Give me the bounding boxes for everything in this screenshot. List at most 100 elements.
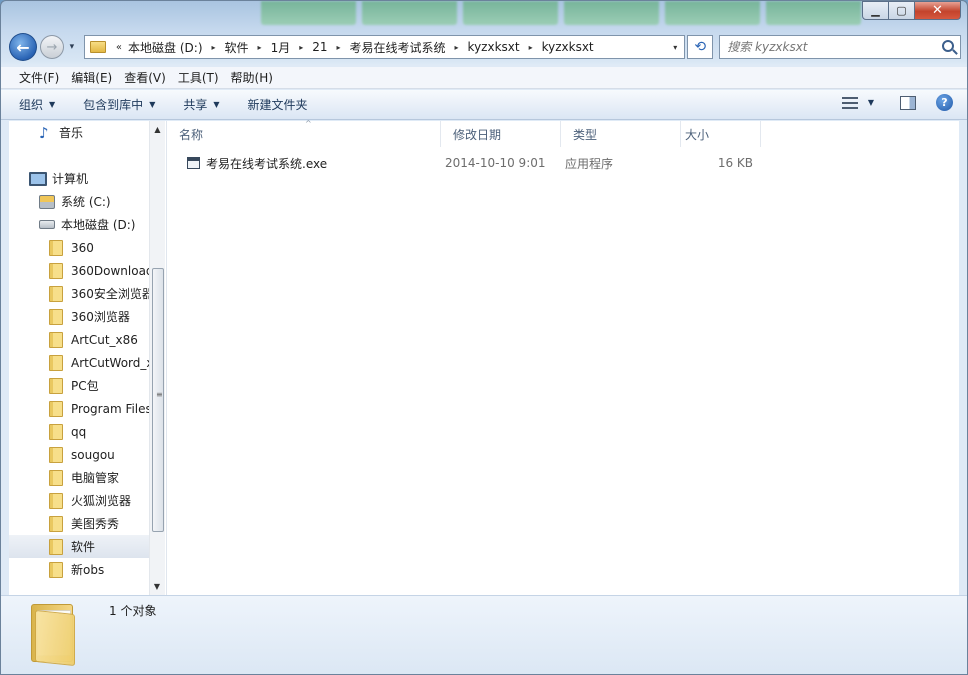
column-header-size[interactable]: 大小 <box>681 121 761 147</box>
menu-view[interactable]: 查看(V) <box>118 69 172 86</box>
sidebar-item-meitu[interactable]: 美图秀秀 <box>9 512 150 535</box>
sidebar-item-360-browser[interactable]: 360浏览器 <box>9 305 150 328</box>
breadcrumb-overflow[interactable]: « <box>116 42 122 53</box>
address-bar[interactable]: « 本地磁盘 (D:) ▸ 软件 ▸ 1月 ▸ 21 ▸ 考易在线考试系统 ▸ … <box>83 35 686 59</box>
column-header-date[interactable]: 修改日期 <box>441 121 561 147</box>
sidebar-item-360[interactable]: 360 <box>9 236 150 259</box>
chevron-right-icon[interactable]: ▸ <box>258 43 262 52</box>
folder-icon <box>49 354 63 371</box>
sidebar-item-computer[interactable]: 计算机 <box>9 167 150 190</box>
sort-ascending-icon: ^ <box>305 119 312 128</box>
computer-icon <box>29 171 47 186</box>
sidebar-item-label: PC包 <box>71 379 99 393</box>
chevron-right-icon[interactable]: ▸ <box>529 43 533 52</box>
minimize-button[interactable]: ▁ <box>862 1 889 20</box>
folder-icon <box>49 515 63 532</box>
drive-c-icon <box>39 194 55 209</box>
file-modified: 2014-10-10 9:01 <box>445 156 546 170</box>
sidebar-item-label: 新obs <box>71 563 105 577</box>
scroll-down-icon[interactable]: ▼ <box>150 578 164 595</box>
sidebar-item-artcut-x86[interactable]: ArtCut_x86 <box>9 328 150 351</box>
address-dropdown[interactable]: ▾ <box>666 36 684 58</box>
breadcrumb-21[interactable]: 21 <box>312 40 327 54</box>
breadcrumb-software[interactable]: 软件 <box>225 39 249 56</box>
explorer-window: ▁ ▢ ✕ ← → ▾ « 本地磁盘 (D:) ▸ 软件 ▸ 1月 ▸ 21 ▸… <box>0 0 968 675</box>
sidebar-item-firefox[interactable]: 火狐浏览器 <box>9 489 150 512</box>
sidebar-item-sougou[interactable]: sougou <box>9 443 150 466</box>
navigation-bar: ← → ▾ « 本地磁盘 (D:) ▸ 软件 ▸ 1月 ▸ 21 ▸ 考易在线考… <box>9 32 961 62</box>
menu-tools[interactable]: 工具(T) <box>172 69 225 86</box>
folder-icon <box>49 331 63 348</box>
menu-edit[interactable]: 编辑(E) <box>65 69 118 86</box>
sidebar-item-label: ArtCutWord_x <box>71 355 150 370</box>
breadcrumb-kyzxksxt[interactable]: kyzxksxt <box>468 40 520 54</box>
scroll-up-icon[interactable]: ▲ <box>150 121 165 138</box>
change-view-icon[interactable] <box>841 96 858 109</box>
organize-button[interactable]: 组织 ▼ <box>19 96 55 113</box>
sidebar-item-360download[interactable]: 360Download <box>9 259 150 282</box>
sidebar-item-qq[interactable]: qq <box>9 420 150 443</box>
include-in-library-button[interactable]: 包含到库中 ▼ <box>83 96 155 113</box>
search-input[interactable] <box>727 40 928 54</box>
sidebar-item-software[interactable]: 软件 <box>9 535 150 558</box>
sidebar-item-pc-manager[interactable]: 电脑管家 <box>9 466 150 489</box>
sidebar-item-label: 360 <box>71 240 94 255</box>
folder-icon <box>49 400 63 417</box>
scrollbar-thumb[interactable]: ≡ <box>152 268 164 532</box>
sidebar-item-label: 美图秀秀 <box>71 517 120 531</box>
chevron-right-icon[interactable]: ▸ <box>337 43 341 52</box>
breadcrumb-drive-d[interactable]: 本地磁盘 (D:) <box>128 39 202 56</box>
details-pane: 1 个对象 <box>1 595 967 674</box>
breadcrumb-january[interactable]: 1月 <box>271 39 291 56</box>
grip-icon: ≡ <box>156 390 163 399</box>
maximize-button[interactable]: ▢ <box>889 1 915 20</box>
chevron-right-icon[interactable]: ▸ <box>299 43 303 52</box>
sidebar-item-360-safe-browser[interactable]: 360安全浏览器 <box>9 282 150 305</box>
caret-down-icon: ▼ <box>49 100 56 109</box>
sidebar-item-label: 软件 <box>71 540 96 554</box>
menu-file[interactable]: 文件(F) <box>13 69 65 86</box>
refresh-button[interactable]: ⟲ <box>687 35 714 59</box>
chevron-right-icon[interactable]: ▸ <box>455 43 459 52</box>
folder-icon <box>49 262 63 279</box>
sidebar-item-label: 系统 (C:) <box>61 195 111 209</box>
chevron-right-icon[interactable]: ▸ <box>212 43 216 52</box>
sidebar-item-drive-c[interactable]: 系统 (C:) <box>9 190 150 213</box>
sidebar-scrollbar[interactable]: ▲ ≡ ▼ <box>149 121 165 595</box>
close-button[interactable]: ✕ <box>915 1 961 20</box>
forward-button[interactable]: → <box>39 35 64 59</box>
include-in-library-label: 包含到库中 <box>83 98 144 112</box>
help-icon[interactable]: ? <box>936 94 953 111</box>
sidebar-item-drive-d[interactable]: 本地磁盘 (D:) <box>9 213 150 236</box>
sidebar-item-music[interactable]: ♪ 音乐 <box>9 121 150 144</box>
preview-pane-icon[interactable] <box>900 95 916 110</box>
menu-help[interactable]: 帮助(H) <box>225 69 279 86</box>
folder-icon <box>49 285 63 302</box>
folder-icon <box>49 492 63 509</box>
folder-icon <box>49 561 63 578</box>
folder-icon <box>49 423 63 440</box>
sidebar-item-label: qq <box>71 424 87 439</box>
sidebar-item-new-obs[interactable]: 新obs <box>9 558 150 581</box>
file-type: 应用程序 <box>565 156 614 171</box>
table-row[interactable]: 考易在线考试系统.exe 2014-10-10 9:01 应用程序 16 KB <box>167 152 753 174</box>
caret-down-icon: ▼ <box>149 100 156 109</box>
search-icon[interactable] <box>941 40 954 52</box>
breadcrumb-kyzxksxt-current[interactable]: kyzxksxt <box>542 40 594 54</box>
sidebar-item-pc-package[interactable]: PC包 <box>9 374 150 397</box>
drive-icon <box>39 220 55 229</box>
sidebar-item-artcutword[interactable]: ArtCutWord_x <box>9 351 150 374</box>
column-header-name[interactable]: 名称 <box>167 121 441 147</box>
recent-pages-dropdown[interactable]: ▾ <box>66 42 78 52</box>
search-box[interactable] <box>719 35 961 59</box>
folder-icon <box>31 604 83 668</box>
window-controls: ▁ ▢ ✕ <box>862 1 961 20</box>
new-folder-button[interactable]: 新建文件夹 <box>248 96 308 113</box>
column-header-type[interactable]: 类型 <box>561 121 681 147</box>
sidebar-item-program-files[interactable]: Program Files <box>9 397 150 420</box>
folder-tree: ♪ 音乐 计算机 系统 (C:) 本地磁盘 (D:) 360 360Downlo… <box>9 121 150 595</box>
share-button[interactable]: 共享 ▼ <box>183 96 219 113</box>
breadcrumb-exam-system[interactable]: 考易在线考试系统 <box>350 39 446 56</box>
view-options-dropdown[interactable]: ▼ <box>868 98 874 107</box>
back-button[interactable]: ← <box>9 33 37 61</box>
